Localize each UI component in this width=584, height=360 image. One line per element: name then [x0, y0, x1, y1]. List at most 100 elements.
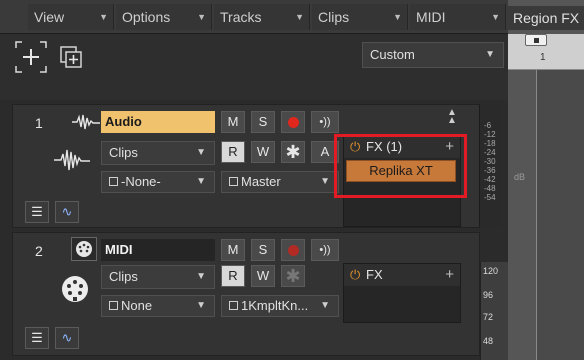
fx-bin[interactable]: ⏻ FX +	[343, 263, 461, 323]
track-name-field[interactable]: MIDI	[101, 239, 215, 261]
add-track-template-button[interactable]	[58, 44, 88, 74]
collapse-icon[interactable]: ▲ ▲	[447, 108, 457, 126]
menu-midi-label: MIDI	[416, 9, 446, 25]
snowflake-icon: ✱	[285, 266, 301, 286]
output-value: Master	[241, 174, 281, 189]
fx-bin-header: ⏻ FX +	[344, 264, 460, 286]
meter-label: -12	[484, 130, 496, 139]
edit-filter-value: Clips	[109, 269, 138, 284]
plus-icon	[15, 41, 47, 73]
chevron-down-icon: ▼	[320, 300, 330, 311]
mute-button[interactable]: M	[221, 111, 245, 133]
menu-tracks-label: Tracks	[220, 9, 262, 25]
input-select[interactable]: None ▼	[101, 295, 215, 317]
plus-icon[interactable]: +	[445, 264, 454, 286]
midi-connector-icon	[71, 237, 97, 261]
menu-bar: View ▼ Options ▼ Tracks ▼ Clips ▼ MIDI ▼	[0, 0, 584, 34]
menu-options[interactable]: Options ▼	[116, 4, 212, 30]
envelope-icon: ∿	[61, 330, 73, 345]
menu-midi[interactable]: MIDI ▼	[410, 4, 506, 30]
record-arm-button[interactable]	[281, 239, 305, 261]
track-name: MIDI	[105, 242, 133, 257]
menu-tracks[interactable]: Tracks ▼	[214, 4, 310, 30]
input-echo-icon: •))	[319, 116, 331, 128]
mute-button[interactable]: M	[221, 239, 245, 261]
fx-header-label: FX	[366, 267, 383, 282]
archive-label: A	[320, 144, 330, 159]
write-automation-button[interactable]: W	[251, 141, 275, 163]
input-jack-icon	[109, 301, 118, 310]
chevron-down-icon: ▼	[196, 300, 206, 311]
clip-area[interactable]	[536, 70, 584, 360]
layout-preset-select[interactable]: Custom ▼	[362, 42, 504, 68]
playhead-line	[536, 70, 537, 360]
velocity-scale[interactable]: 120 96 72 48	[480, 262, 508, 360]
chevron-down-icon: ▼	[196, 147, 206, 158]
meter-label: -6	[484, 121, 492, 130]
mute-label: M	[227, 114, 239, 129]
track-name-field[interactable]: Audio	[101, 111, 215, 133]
solo-button[interactable]: S	[251, 239, 275, 261]
chevron-down-icon: ▼	[491, 12, 500, 22]
track-settings-button[interactable]: ☰	[25, 327, 49, 349]
track-settings-button[interactable]: ☰	[25, 201, 49, 223]
menu-clips-label: Clips	[318, 9, 350, 25]
read-automation-button[interactable]: R	[221, 265, 245, 287]
record-arm-button[interactable]	[281, 111, 305, 133]
input-echo-button[interactable]: •))	[311, 111, 339, 133]
input-value: -None-	[121, 174, 161, 189]
fader-value: 96	[483, 290, 494, 300]
read-label: R	[228, 144, 238, 159]
power-icon[interactable]: ⏻	[350, 264, 360, 286]
menu-region-fx-label: Region FX	[513, 10, 580, 26]
solo-label: S	[258, 242, 268, 257]
solo-button[interactable]: S	[251, 111, 275, 133]
freeze-button[interactable]: ✱	[281, 141, 305, 163]
track-number: 1	[35, 115, 43, 131]
menu-clips[interactable]: Clips ▼	[312, 4, 408, 30]
waveform-icon	[72, 114, 100, 130]
edit-filter-select[interactable]: Clips ▼	[101, 265, 215, 289]
chevron-down-icon: ▼	[196, 271, 206, 282]
output-select[interactable]: Master ▼	[221, 171, 339, 193]
menu-view[interactable]: View ▼	[28, 4, 114, 30]
add-track-icon	[60, 46, 82, 68]
freeze-button[interactable]: ✱	[281, 265, 305, 287]
level-meter: -6 -12 -18 -24 -30 -36 -42 -48 -54	[479, 105, 501, 227]
chevron-down-icon: ▼	[393, 12, 402, 22]
annotation-highlight	[334, 134, 467, 198]
track-toolbar: Custom ▼	[0, 34, 508, 100]
meter-label: -48	[484, 184, 496, 193]
output-select[interactable]: 1KmpltKn... ▼	[221, 295, 339, 317]
chevron-down-icon: ▼	[295, 12, 304, 22]
meter-label: -54	[484, 193, 496, 202]
edit-filter-select[interactable]: Clips ▼	[101, 141, 215, 165]
input-echo-icon: •))	[319, 244, 331, 256]
input-echo-button[interactable]: •))	[311, 239, 339, 261]
write-label: W	[256, 144, 270, 159]
meter-scale: -6 -12 -18 -24 -30 -36 -42 -48 -54	[484, 121, 496, 202]
meter-label: -18	[484, 139, 496, 148]
chevron-down-icon: ▼	[320, 176, 330, 187]
write-label: W	[256, 268, 270, 283]
sliders-icon: ☰	[31, 204, 43, 219]
midi-connector-icon	[62, 276, 88, 302]
automation-button[interactable]: ∿	[55, 201, 79, 223]
playhead-handle[interactable]	[525, 34, 547, 46]
track-midi[interactable]: 2 MIDI M S •)) Clips ▼ R W ✱ None ▼ 1Kmp…	[12, 232, 480, 356]
read-automation-button[interactable]: R	[221, 141, 245, 163]
track-name: Audio	[105, 114, 142, 129]
meter-db-label: dB	[514, 172, 526, 182]
chevron-down-icon: ▼	[197, 12, 206, 22]
sliders-icon: ☰	[31, 330, 43, 345]
menu-region-fx[interactable]: Region FX	[508, 6, 584, 30]
add-track-button[interactable]	[14, 40, 47, 73]
input-select[interactable]: -None- ▼	[101, 171, 215, 193]
layout-preset-value: Custom	[370, 47, 415, 62]
envelope-icon: ∿	[61, 204, 73, 219]
output-jack-icon	[229, 177, 238, 186]
fader-value: 120	[483, 266, 499, 276]
automation-button[interactable]: ∿	[55, 327, 79, 349]
output-jack-icon	[229, 301, 238, 310]
write-automation-button[interactable]: W	[251, 265, 275, 287]
